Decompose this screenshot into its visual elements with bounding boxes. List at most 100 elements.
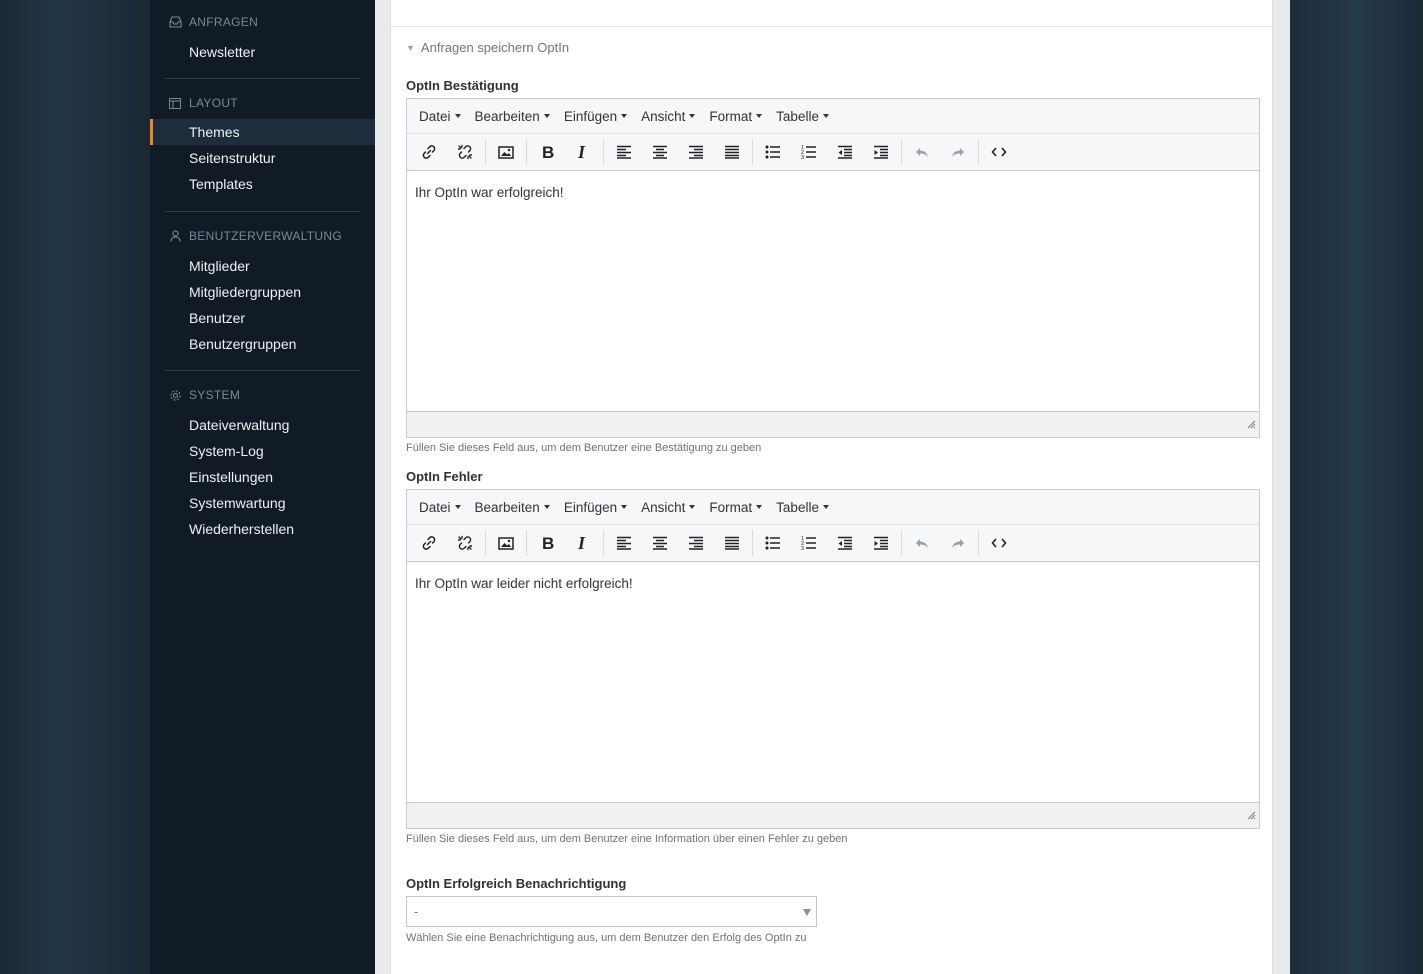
resize-handle-icon[interactable] xyxy=(1247,416,1256,434)
menu-datei[interactable]: Datei xyxy=(412,490,468,524)
indent-button[interactable] xyxy=(863,137,899,167)
sidebar-section-system: SYSTEM Dateiverwaltung System-Log Einste… xyxy=(150,383,375,542)
menu-label: Tabelle xyxy=(776,499,819,515)
redo-button[interactable] xyxy=(940,528,976,558)
sidebar-item-systemwartung[interactable]: Systemwartung xyxy=(150,490,375,516)
unlink-button[interactable] xyxy=(447,137,483,167)
bullet-list-button[interactable] xyxy=(755,137,791,167)
align-center-button[interactable] xyxy=(642,137,678,167)
align-justify-button[interactable] xyxy=(714,137,750,167)
editor-content[interactable]: Ihr OptIn war leider nicht erfolgreich! xyxy=(407,562,1259,802)
redo-icon xyxy=(950,145,966,159)
outdent-icon xyxy=(837,145,853,159)
menu-bearbeiten[interactable]: Bearbeiten xyxy=(468,99,557,133)
bold-button[interactable]: B xyxy=(529,528,565,558)
undo-button[interactable] xyxy=(904,137,940,167)
sidebar-item-benutzergruppen[interactable]: Benutzergruppen xyxy=(150,331,375,357)
undo-icon xyxy=(914,536,930,550)
source-code-icon xyxy=(991,537,1007,549)
italic-button[interactable]: I xyxy=(565,137,601,167)
bullet-list-icon xyxy=(765,536,781,550)
sidebar-item-mitgliedergruppen[interactable]: Mitgliedergruppen xyxy=(150,279,375,305)
sidebar-item-templates[interactable]: Templates xyxy=(150,171,375,197)
align-right-button[interactable] xyxy=(678,528,714,558)
bold-button[interactable]: B xyxy=(529,137,565,167)
user-icon xyxy=(168,229,182,243)
resize-handle-icon[interactable] xyxy=(1247,807,1256,825)
sidebar-item-newsletter[interactable]: Newsletter xyxy=(150,39,375,65)
align-right-icon xyxy=(688,536,704,550)
layout-icon xyxy=(168,96,182,110)
sidebar-item-mitglieder[interactable]: Mitglieder xyxy=(150,253,375,279)
menu-tabelle[interactable]: Tabelle xyxy=(769,99,836,133)
outdent-button[interactable] xyxy=(827,137,863,167)
toolbar-separator xyxy=(526,530,527,556)
image-icon xyxy=(498,145,514,160)
menu-ansicht[interactable]: Ansicht xyxy=(634,99,702,133)
unlink-button[interactable] xyxy=(447,528,483,558)
svg-text:B: B xyxy=(542,535,554,551)
undo-button[interactable] xyxy=(904,528,940,558)
menu-bearbeiten[interactable]: Bearbeiten xyxy=(468,490,557,524)
main-panel: ▼ Anfragen speichern OptIn OptIn Bestäti… xyxy=(390,0,1273,974)
menu-label: Bearbeiten xyxy=(474,108,540,124)
italic-button[interactable]: I xyxy=(565,528,601,558)
sidebar-divider xyxy=(165,370,360,371)
sidebar-divider xyxy=(165,78,360,79)
sidebar-item-benutzer[interactable]: Benutzer xyxy=(150,305,375,331)
bullet-list-button[interactable] xyxy=(755,528,791,558)
section-title: ANFRAGEN xyxy=(189,15,259,29)
numbered-list-button[interactable]: 123 xyxy=(791,137,827,167)
menu-format[interactable]: Format xyxy=(702,99,769,133)
rich-text-editor-bestaetigung: Datei Bearbeiten Einfügen Ansicht Format… xyxy=(406,98,1260,438)
bold-icon: B xyxy=(540,144,554,160)
sidebar-item-seitenstruktur[interactable]: Seitenstruktur xyxy=(150,145,375,171)
align-left-button[interactable] xyxy=(606,137,642,167)
sidebar-item-system-log[interactable]: System-Log xyxy=(150,438,375,464)
caret-down-icon xyxy=(689,505,696,509)
align-justify-button[interactable] xyxy=(714,528,750,558)
outdent-button[interactable] xyxy=(827,528,863,558)
redo-button[interactable] xyxy=(940,137,976,167)
menu-format[interactable]: Format xyxy=(702,490,769,524)
collapse-toggle[interactable]: ▼ Anfragen speichern OptIn xyxy=(406,40,569,55)
menu-einfuegen[interactable]: Einfügen xyxy=(557,99,634,133)
editor-content[interactable]: Ihr OptIn war erfolgreich! xyxy=(407,171,1259,411)
sidebar-item-einstellungen[interactable]: Einstellungen xyxy=(150,464,375,490)
help-text-benachrichtigung: Wählen Sie eine Benachrichtigung aus, um… xyxy=(406,932,807,944)
link-button[interactable] xyxy=(411,528,447,558)
numbered-list-button[interactable]: 123 xyxy=(791,528,827,558)
image-button[interactable] xyxy=(488,137,524,167)
field-label-optin-bestaetigung: OptIn Bestätigung xyxy=(406,78,519,93)
align-right-button[interactable] xyxy=(678,137,714,167)
menu-tabelle[interactable]: Tabelle xyxy=(769,490,836,524)
menu-label: Ansicht xyxy=(641,499,686,515)
link-button[interactable] xyxy=(411,137,447,167)
indent-icon xyxy=(873,145,889,159)
sidebar-item-dateiverwaltung[interactable]: Dateiverwaltung xyxy=(150,412,375,438)
dropdown-arrow-icon xyxy=(803,909,811,916)
background-left xyxy=(0,0,150,974)
caret-down-icon xyxy=(756,114,763,118)
source-code-button[interactable] xyxy=(981,528,1017,558)
indent-button[interactable] xyxy=(863,528,899,558)
menu-datei[interactable]: Datei xyxy=(412,99,468,133)
menu-label: Einfügen xyxy=(563,499,618,515)
align-center-icon xyxy=(652,536,668,550)
section-header-system: SYSTEM xyxy=(150,383,375,407)
menu-ansicht[interactable]: Ansicht xyxy=(634,490,702,524)
align-center-button[interactable] xyxy=(642,528,678,558)
sidebar-item-wiederherstellen[interactable]: Wiederherstellen xyxy=(150,516,375,542)
source-code-button[interactable] xyxy=(981,137,1017,167)
image-button[interactable] xyxy=(488,528,524,558)
source-code-icon xyxy=(991,146,1007,158)
editor-menubar: Datei Bearbeiten Einfügen Ansicht Format… xyxy=(407,99,1259,134)
background-right xyxy=(1290,0,1423,974)
align-center-icon xyxy=(652,145,668,159)
caret-down-icon xyxy=(543,114,550,118)
sidebar-item-themes[interactable]: Themes xyxy=(150,119,375,145)
align-justify-icon xyxy=(724,536,740,550)
notification-select[interactable]: - xyxy=(406,896,817,927)
align-left-button[interactable] xyxy=(606,528,642,558)
menu-einfuegen[interactable]: Einfügen xyxy=(557,490,634,524)
